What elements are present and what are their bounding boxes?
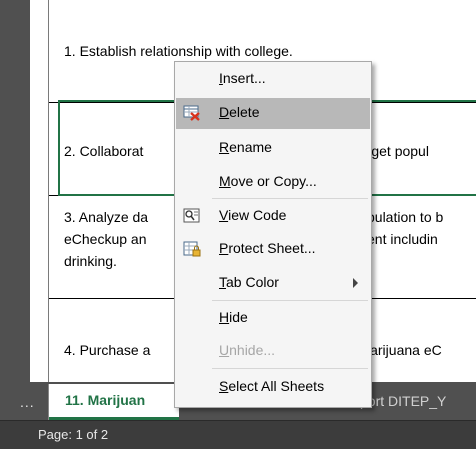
menu-item-unhide: Unhide...: [176, 336, 370, 367]
menu-separator: [212, 368, 368, 369]
cell-row-3[interactable]: 3. Analyze da eCheckup an drinking.: [64, 206, 148, 272]
menu-item-label: View Code: [219, 207, 287, 223]
page-indicator: Page: 1 of 2: [38, 427, 109, 442]
menu-item-label: Move or Copy...: [219, 173, 317, 189]
more-tabs-button[interactable]: ...: [20, 394, 35, 410]
menu-item-hide[interactable]: Hide: [176, 303, 370, 334]
sheet-tab-other[interactable]: port DITEP_Y: [360, 393, 446, 409]
row-header-area: [30, 0, 49, 382]
cell-row-4-right[interactable]: larijuana eC: [367, 339, 442, 361]
menu-item-label: Hide: [219, 309, 248, 325]
sheet-tab-active-label: 11. Marijuan: [65, 392, 146, 408]
sheet-tab-context-menu: Insert... Delete Rename Move or Copy...: [174, 61, 372, 408]
menu-item-move-or-copy[interactable]: Move or Copy...: [176, 167, 370, 198]
status-bar: Page: 1 of 2: [0, 420, 476, 449]
cell-row-1[interactable]: 1. Establish relationship with college.: [64, 40, 293, 62]
menu-item-select-all-sheets[interactable]: Select All Sheets: [176, 372, 370, 403]
menu-item-delete[interactable]: Delete: [176, 98, 370, 129]
cell-row-3-right[interactable]: pulation to b ent includin: [367, 206, 443, 250]
sheet-tab-active[interactable]: 11. Marijuan: [48, 384, 179, 420]
cell-row-4[interactable]: 4. Purchase a: [64, 339, 150, 361]
left-window-border: [0, 0, 30, 382]
menu-item-label: Tab Color: [219, 274, 279, 290]
menu-separator: [212, 198, 368, 199]
menu-item-insert[interactable]: Insert...: [176, 64, 370, 95]
menu-item-protect-sheet[interactable]: Protect Sheet...: [176, 234, 370, 265]
submenu-arrow-icon: [353, 278, 358, 288]
protect-sheet-icon: [183, 241, 201, 257]
menu-item-tab-color[interactable]: Tab Color: [176, 268, 370, 299]
menu-item-rename[interactable]: Rename: [176, 133, 370, 164]
menu-item-view-code[interactable]: View Code: [176, 201, 370, 232]
menu-separator: [212, 300, 368, 301]
menu-item-label: Insert...: [219, 70, 266, 86]
menu-item-label: Unhide...: [219, 342, 276, 358]
view-code-icon: [183, 208, 201, 224]
menu-item-label: Select All Sheets: [219, 378, 325, 394]
menu-item-label: Protect Sheet...: [219, 240, 316, 256]
menu-item-label: Rename: [219, 139, 272, 155]
menu-item-label: Delete: [219, 104, 260, 120]
delete-sheet-icon: [183, 105, 201, 121]
